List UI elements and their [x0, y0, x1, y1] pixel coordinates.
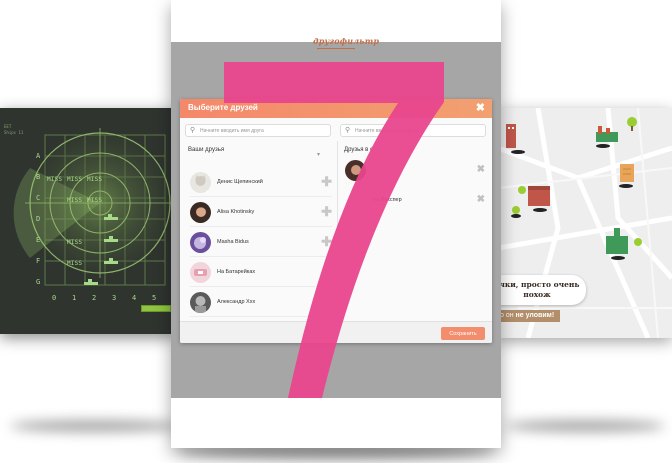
column-divider — [337, 141, 338, 321]
close-icon[interactable]: ✖ — [476, 101, 485, 114]
row-label: F — [36, 257, 41, 265]
remove-friend-icon[interactable]: ✖ — [477, 164, 485, 175]
logo-underline — [317, 48, 355, 49]
radar-status-line-2: Ships 11 — [4, 130, 24, 135]
avatar — [190, 262, 211, 283]
selected-friend-row[interactable]: ✖ — [345, 157, 485, 187]
miss-marker: MISS — [67, 260, 83, 267]
row-label: C — [36, 194, 41, 202]
friend-row[interactable]: Alisa Khotinsky ✚ — [190, 199, 332, 227]
row-label: D — [36, 215, 41, 223]
friend-name: На Батарейках — [217, 269, 256, 275]
bubble-line-1: ечки, просто очень — [498, 280, 580, 289]
app-logo: другофильтр — [313, 36, 380, 46]
friend-name: на Векспер — [373, 197, 402, 203]
house-icon — [528, 186, 550, 206]
save-button[interactable]: Сохранить — [441, 327, 485, 340]
building-icon — [506, 124, 516, 148]
radar-game-card: EET Ships 11 MISS MISS MISS MISS MISS MI… — [0, 108, 176, 334]
your-friends-title: Ваши друзья — [188, 147, 225, 153]
bottom-band — [171, 398, 501, 448]
col-label: 1 — [72, 294, 77, 302]
right-card-shadow — [505, 420, 665, 432]
friend-name: Александр Xxx — [217, 299, 256, 305]
col-label: 3 — [112, 294, 117, 302]
radar-status-line-1: EET — [4, 124, 12, 129]
modal-title: Выберите друзей — [188, 103, 258, 112]
miss-marker: MISS — [67, 239, 83, 246]
row-label: E — [36, 236, 41, 244]
tree-icon — [518, 186, 526, 194]
friend-name: Денис Щепинский — [217, 179, 263, 185]
avatar — [190, 202, 211, 223]
radar-fire-button[interactable] — [141, 305, 171, 312]
row-label: B — [36, 173, 41, 181]
add-friend-button[interactable]: ✚ — [321, 234, 332, 250]
tag-prefix: о он — [500, 312, 516, 319]
friend-name: Masha Bidus — [217, 239, 249, 245]
left-card-shadow — [10, 420, 180, 432]
add-friend-button[interactable]: ✚ — [321, 204, 332, 220]
selected-friend-row[interactable]: на Векспер ✖ — [345, 187, 485, 217]
search-selected-input[interactable] — [355, 126, 485, 135]
friend-row[interactable]: Александр Xxx — [190, 289, 332, 317]
avatar — [190, 172, 211, 193]
tree-icon — [634, 238, 642, 246]
avatar — [345, 160, 366, 181]
tree-icon — [512, 206, 520, 214]
friend-row[interactable]: На Батарейках — [190, 259, 332, 287]
modal-footer: Сохранить — [180, 321, 492, 343]
miss-marker: MISS — [87, 197, 103, 204]
avatar — [190, 232, 211, 253]
col-label: 4 — [132, 294, 137, 302]
chevron-down-icon[interactable]: ▾ — [317, 151, 320, 158]
row-label: A — [36, 152, 41, 160]
search-friends-input[interactable] — [200, 126, 330, 135]
search-friends-box[interactable]: ⚲ — [185, 124, 331, 137]
friend-name: Alisa Khotinsky — [217, 209, 255, 215]
paper-icon — [620, 164, 634, 182]
bubble-line-2: похож — [523, 290, 551, 299]
friend-row[interactable]: Masha Bidus ✚ — [190, 229, 332, 257]
search-icon: ⚲ — [345, 127, 351, 134]
map-game-card: ечки, просто очень похож о он не уловим! — [498, 108, 672, 338]
search-icon: ⚲ — [190, 127, 196, 134]
selected-friends-title: Друзья в с — [344, 147, 373, 153]
map-tag: о он не уловим! — [498, 310, 560, 322]
search-selected-box[interactable]: ⚲ — [340, 124, 486, 137]
miss-marker: MISS — [67, 176, 83, 183]
select-friends-modal: Выберите друзей ✖ ⚲ ⚲ Ваши друзья Друзья… — [180, 99, 492, 343]
miss-marker: MISS — [67, 197, 83, 204]
miss-marker: MISS — [47, 176, 63, 183]
row-label: G — [36, 278, 41, 286]
radar-screen — [13, 128, 175, 286]
friend-row[interactable]: Денис Щепинский ✚ — [190, 169, 332, 197]
modal-header: Выберите друзей ✖ — [180, 99, 492, 118]
col-label: 0 — [52, 294, 57, 302]
col-label: 5 — [152, 294, 157, 302]
add-friend-button[interactable]: ✚ — [321, 174, 332, 190]
avatar — [190, 292, 211, 313]
map-speech-bubble: ечки, просто очень похож — [498, 275, 586, 305]
miss-marker: MISS — [87, 176, 103, 183]
remove-friend-icon[interactable]: ✖ — [477, 194, 485, 205]
col-label: 2 — [92, 294, 97, 302]
tag-bold: не уловим! — [515, 312, 555, 319]
friend-filter-card: другофильтр Выберите друзей ✖ ⚲ ⚲ Ваши д… — [171, 0, 501, 448]
